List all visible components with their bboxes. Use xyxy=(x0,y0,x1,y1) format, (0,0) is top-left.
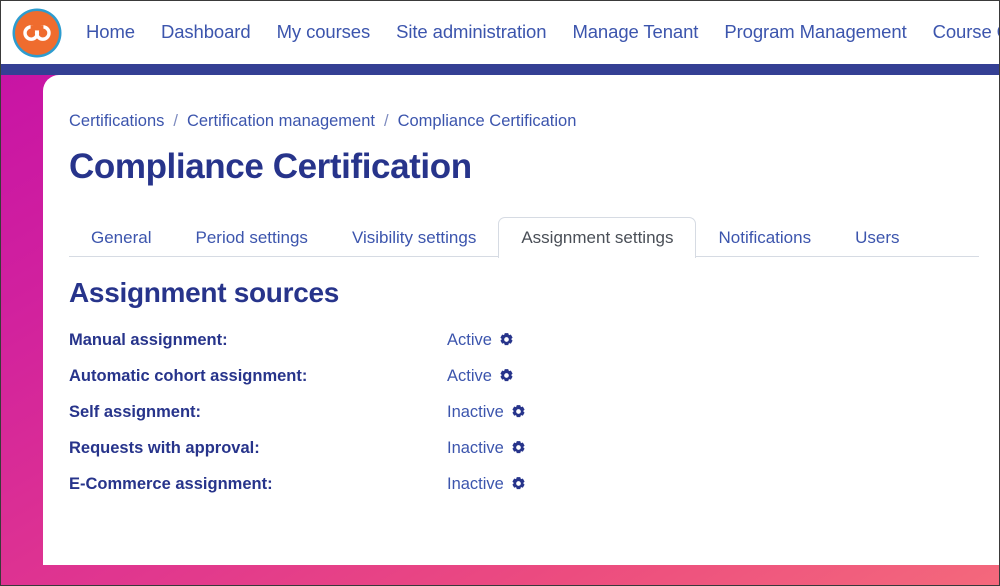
assignment-source-row: Requests with approval: Inactive xyxy=(69,430,979,466)
nav-manage-tenant[interactable]: Manage Tenant xyxy=(559,17,711,48)
assignment-sources-heading: Assignment sources xyxy=(69,277,340,308)
status-badge: Inactive xyxy=(447,438,504,457)
assignment-source-label: Self assignment: xyxy=(69,402,202,421)
infinity-loop-logo-icon xyxy=(15,10,59,55)
breadcrumb-separator: / xyxy=(383,112,389,130)
site-header: Home Dashboard My courses Site administr… xyxy=(1,1,999,64)
assignment-source-row: Manual assignment: Active xyxy=(69,322,979,358)
breadcrumb-item-certification-management[interactable]: Certification management xyxy=(187,113,375,130)
assignment-source-row: Automatic cohort assignment: Active xyxy=(69,358,979,394)
nav-program-management[interactable]: Program Management xyxy=(711,17,919,48)
assignment-source-row: E-Commerce assignment: Inactive xyxy=(69,466,979,502)
tab-users[interactable]: Users xyxy=(833,217,921,258)
gear-icon[interactable] xyxy=(511,440,526,455)
breadcrumb: Certifications / Certification managemen… xyxy=(69,113,979,130)
primary-nav: Home Dashboard My courses Site administr… xyxy=(73,17,999,48)
assignment-source-label: Automatic cohort assignment: xyxy=(69,366,308,385)
site-logo[interactable] xyxy=(1,10,73,55)
nav-home[interactable]: Home xyxy=(73,17,148,48)
breadcrumb-item-certifications[interactable]: Certifications xyxy=(69,113,164,130)
header-accent-rule xyxy=(1,64,999,75)
nav-site-administration[interactable]: Site administration xyxy=(383,17,559,48)
status-badge: Inactive xyxy=(447,474,504,493)
assignment-source-state: Active xyxy=(447,368,514,385)
assignment-source-label: E-Commerce assignment: xyxy=(69,474,273,493)
breadcrumb-separator: / xyxy=(173,112,178,130)
browser-window: Home Dashboard My courses Site administr… xyxy=(0,0,1000,586)
content-card: Certifications / Certification managemen… xyxy=(43,75,999,565)
nav-dashboard[interactable]: Dashboard xyxy=(148,17,264,48)
tab-visibility-settings[interactable]: Visibility settings xyxy=(330,217,498,258)
gear-icon[interactable] xyxy=(499,368,514,383)
page-title: Compliance Certification xyxy=(69,146,472,186)
status-badge: Active xyxy=(447,366,492,385)
breadcrumb-item-compliance-certification: Compliance Certification xyxy=(397,112,577,130)
tab-period-settings[interactable]: Period settings xyxy=(173,217,329,258)
assignment-source-state: Active xyxy=(447,332,514,349)
tab-assignment-settings[interactable]: Assignment settings xyxy=(498,217,697,258)
gear-icon[interactable] xyxy=(511,404,526,419)
assignment-source-state: Inactive xyxy=(447,476,526,493)
nav-my-courses[interactable]: My courses xyxy=(264,17,384,48)
settings-tabs: General Period settings Visibility setti… xyxy=(69,211,979,258)
assignment-sources-list: Manual assignment: Active Automatic coho… xyxy=(69,322,979,502)
assignment-source-row: Self assignment: Inactive xyxy=(69,394,979,430)
status-badge: Inactive xyxy=(447,402,504,421)
assignment-source-label: Manual assignment: xyxy=(69,330,228,349)
assignment-source-state: Inactive xyxy=(447,404,526,421)
tab-notifications[interactable]: Notifications xyxy=(696,217,833,258)
gear-icon[interactable] xyxy=(511,476,526,491)
gear-icon[interactable] xyxy=(499,332,514,347)
nav-course-catalog[interactable]: Course Catalog xyxy=(920,17,999,48)
tab-general[interactable]: General xyxy=(69,217,173,258)
assignment-source-state: Inactive xyxy=(447,440,526,457)
status-badge: Active xyxy=(447,330,492,349)
assignment-source-label: Requests with approval: xyxy=(69,438,260,457)
